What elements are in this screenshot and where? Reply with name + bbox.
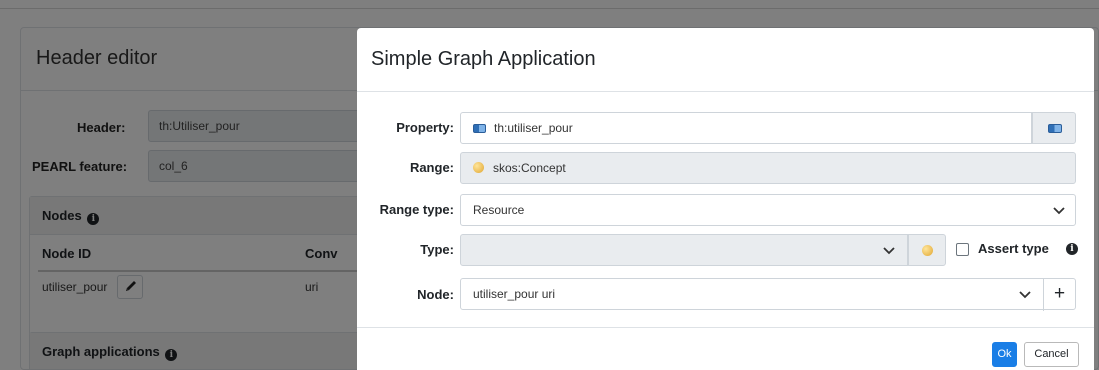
type-label: Type: [420, 242, 454, 257]
cancel-button[interactable]: Cancel [1024, 342, 1079, 367]
simple-graph-application-modal: Simple Graph Application Property: th:ut… [357, 28, 1094, 370]
info-icon[interactable]: i [1066, 243, 1078, 255]
range-field: skos:Concept [460, 152, 1076, 184]
type-select[interactable] [460, 234, 908, 266]
range-value: skos:Concept [493, 161, 566, 175]
property-icon [1048, 124, 1062, 133]
select-property-button[interactable] [1032, 112, 1076, 144]
node-label: Node: [417, 287, 454, 302]
assert-type-label: Assert type [978, 241, 1049, 256]
property-field[interactable]: th:utiliser_pour [460, 112, 1032, 144]
range-type-select[interactable]: Resource [460, 194, 1076, 226]
range-label: Range: [409, 160, 454, 175]
range-type-label: Range type: [379, 202, 454, 217]
node-value: utiliser_pour uri [473, 287, 556, 301]
select-type-button[interactable] [908, 234, 946, 266]
class-icon [922, 245, 933, 256]
range-type-value: Resource [473, 203, 525, 217]
property-label: Property: [396, 120, 454, 135]
chevron-down-icon [1019, 291, 1031, 299]
property-icon [473, 124, 486, 133]
class-icon [473, 162, 484, 173]
modal-footer: Ok Cancel [357, 327, 1094, 370]
add-node-button[interactable]: + [1043, 279, 1075, 311]
modal-header: Simple Graph Application [357, 28, 1094, 92]
node-select[interactable]: utiliser_pour uri + [460, 278, 1076, 311]
chevron-down-icon [1053, 207, 1065, 215]
modal-title: Simple Graph Application [371, 48, 596, 70]
ok-button[interactable]: Ok [992, 342, 1017, 367]
chevron-down-icon [883, 247, 895, 255]
assert-type-checkbox[interactable] [956, 243, 969, 256]
property-value: th:utiliser_pour [494, 121, 573, 135]
